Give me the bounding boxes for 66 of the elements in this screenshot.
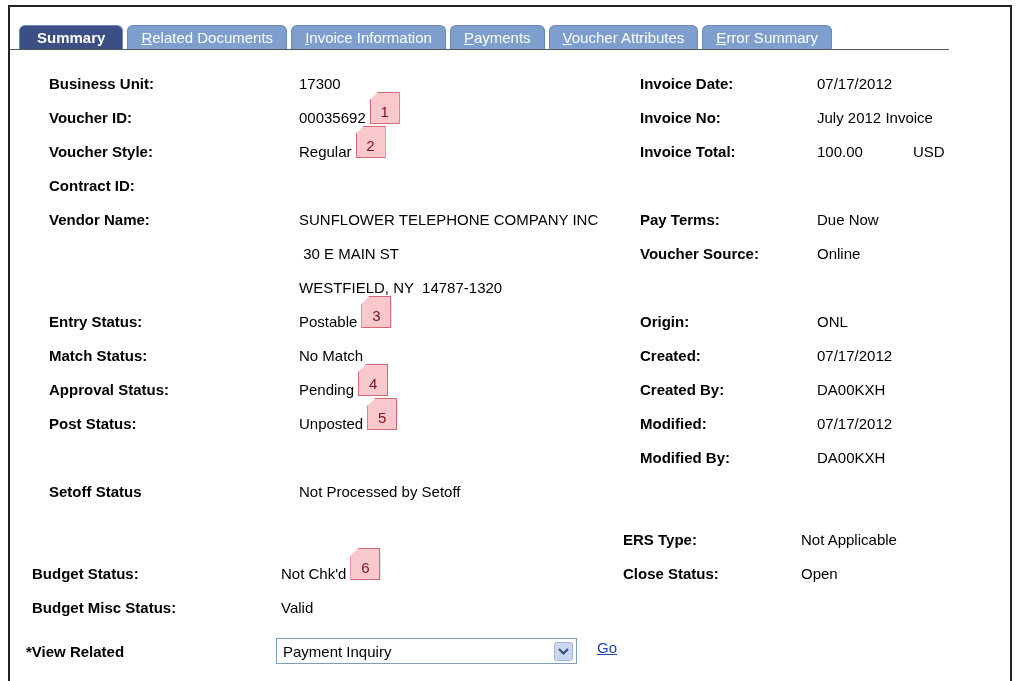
tab[interactable]: Related Documents xyxy=(127,25,288,49)
field-value: 17300 xyxy=(299,74,341,92)
field-value: 100.00 xyxy=(817,142,863,160)
field-label: Invoice No: xyxy=(640,108,722,126)
field-label: Created By: xyxy=(640,380,726,398)
field-label: Voucher Source: xyxy=(640,244,760,262)
field-label: *View Related xyxy=(26,642,126,660)
tab[interactable]: Summary xyxy=(19,25,124,49)
field-label: Budget Misc Status: xyxy=(32,598,178,616)
note-marker: 3 xyxy=(361,296,392,328)
field-value: Pending xyxy=(299,380,355,398)
field-value: ONL xyxy=(817,312,848,330)
currency-code: USD xyxy=(912,142,945,160)
field-label: Match Status: xyxy=(49,346,149,364)
field-label: Modified By: xyxy=(640,448,731,466)
tab[interactable]: Voucher Attributes xyxy=(548,25,699,49)
field-label: Approval Status: xyxy=(49,380,170,398)
field-value: July 2012 Invoice xyxy=(817,108,933,126)
note-marker: 6 xyxy=(350,548,381,580)
field-label: Origin: xyxy=(640,312,691,330)
field-value: SUNFLOWER TELEPHONE COMPANY INC xyxy=(299,210,599,228)
field-label: Pay Terms: xyxy=(640,210,721,228)
field-value: Regular xyxy=(299,142,352,160)
field-label: Setoff Status xyxy=(49,482,143,500)
field-value: Postable xyxy=(299,312,358,330)
field-value: Not Processed by Setoff xyxy=(299,482,461,500)
field-value: WESTFIELD, NY 14787-1320 xyxy=(299,278,503,296)
note-marker: 4 xyxy=(358,364,389,396)
field-label: Voucher ID: xyxy=(49,108,134,126)
tab[interactable]: Invoice Information xyxy=(291,25,446,49)
field-value: 07/17/2012 xyxy=(817,346,893,364)
field-label: Invoice Total: xyxy=(640,142,737,160)
field-value: Online xyxy=(817,244,861,262)
field-value: 30 E MAIN ST xyxy=(302,244,400,262)
field-label: Modified: xyxy=(640,414,708,432)
view-related-dropdown[interactable]: Payment Inquiry xyxy=(276,638,577,664)
field-value: DA00KXH xyxy=(817,380,886,398)
field-label: Invoice Date: xyxy=(640,74,735,92)
note-marker: 1 xyxy=(369,92,400,124)
field-label: ERS Type: xyxy=(623,530,698,548)
field-value: DA00KXH xyxy=(817,448,886,466)
tab[interactable]: Payments xyxy=(449,25,545,49)
field-value: 07/17/2012 xyxy=(817,414,893,432)
field-value: Unposted xyxy=(299,414,364,432)
field-value: Valid xyxy=(281,598,314,616)
note-marker: 2 xyxy=(355,126,386,158)
field-label: Created: xyxy=(640,346,702,364)
field-label: Vendor Name: xyxy=(49,210,151,228)
field-value: 00035692 xyxy=(299,108,366,126)
field-value: 07/17/2012 xyxy=(817,74,893,92)
caret-icon xyxy=(554,641,573,661)
field-label: Business Unit: xyxy=(49,74,155,92)
field-label: Post Status: xyxy=(49,414,138,432)
note-marker: 5 xyxy=(367,398,398,430)
field-label: Entry Status: xyxy=(49,312,144,330)
field-label: Close Status: xyxy=(623,564,720,582)
field-value: Due Now xyxy=(817,210,879,228)
go-link[interactable]: Go xyxy=(597,638,617,656)
field-value: Not Chk'd xyxy=(281,564,347,582)
field-value: Not Applicable xyxy=(801,530,897,548)
field-value: Open xyxy=(801,564,838,582)
field-value: No Match xyxy=(299,346,364,364)
field-label: Contract ID: xyxy=(49,176,136,194)
field-label: Budget Status: xyxy=(32,564,140,582)
tab[interactable]: Error Summary xyxy=(702,25,833,49)
field-label: Voucher Style: xyxy=(49,142,154,160)
